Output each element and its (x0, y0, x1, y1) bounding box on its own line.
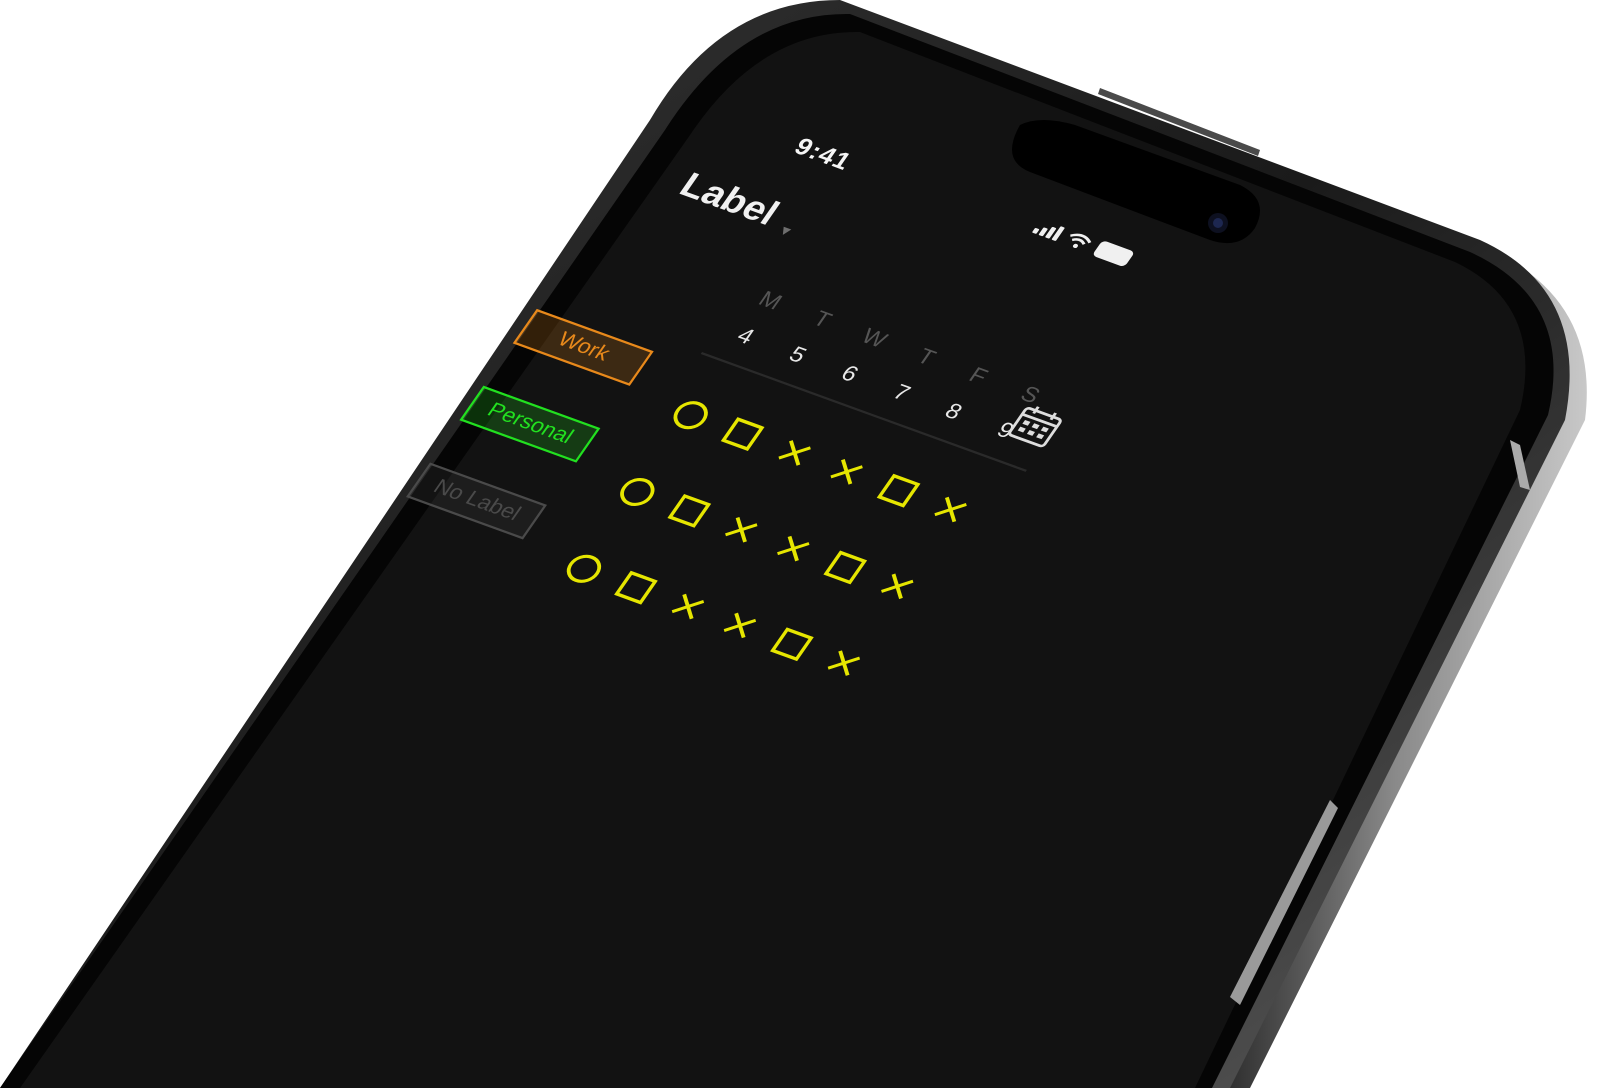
habit-mark-square[interactable] (604, 563, 667, 612)
day-letter: F (964, 363, 992, 390)
battery-icon (1091, 240, 1136, 268)
habit-mark-square[interactable] (760, 620, 823, 669)
habit-mark-cross[interactable] (708, 601, 771, 650)
label-chip-text: Personal (482, 398, 578, 449)
habit-mark-cross[interactable] (710, 505, 773, 554)
wifi-icon (1070, 233, 1092, 248)
device-mockup: 9:41 Label ▼ M 4 T 5 W 6 T 7 F 8 S 9 Wor… (0, 0, 1603, 1088)
chevron-down-icon: ▼ (774, 221, 798, 240)
label-chip-work[interactable]: Work (512, 308, 654, 386)
label-chip-personal[interactable]: Personal (459, 385, 601, 463)
cellular-signal-icon (1031, 219, 1066, 242)
day-date: 4 (732, 323, 759, 350)
day-date: 8 (939, 399, 967, 425)
day-letter: W (856, 324, 892, 353)
status-time: 9:41 (789, 132, 858, 176)
day-date: 7 (887, 380, 915, 406)
page-title: Label (672, 164, 787, 233)
habit-mark-circle[interactable] (606, 468, 669, 517)
day-letter: T (808, 306, 836, 333)
label-chip-text: No Label (428, 475, 526, 526)
habit-mark-cross[interactable] (763, 429, 826, 478)
habit-mark-circle[interactable] (659, 391, 722, 440)
label-chip-no-label[interactable]: No Label (406, 462, 547, 540)
habit-mark-cross[interactable] (762, 524, 825, 573)
habit-mark-cross[interactable] (656, 582, 719, 631)
day-date: 6 (835, 361, 863, 387)
day-letter: T (912, 344, 940, 371)
habit-mark-square[interactable] (711, 410, 774, 459)
status-icons (1031, 218, 1136, 268)
habit-mark-circle[interactable] (552, 544, 615, 593)
label-chip-text: Work (552, 328, 615, 366)
day-date: 5 (783, 342, 811, 369)
label-dropdown[interactable]: Label ▼ (672, 165, 811, 242)
habit-mark-square[interactable] (658, 487, 721, 536)
habit-mark-square[interactable] (814, 543, 877, 592)
habit-mark-cross[interactable] (815, 447, 878, 496)
day-letter: M (753, 287, 787, 315)
habit-mark-square[interactable] (867, 466, 930, 515)
